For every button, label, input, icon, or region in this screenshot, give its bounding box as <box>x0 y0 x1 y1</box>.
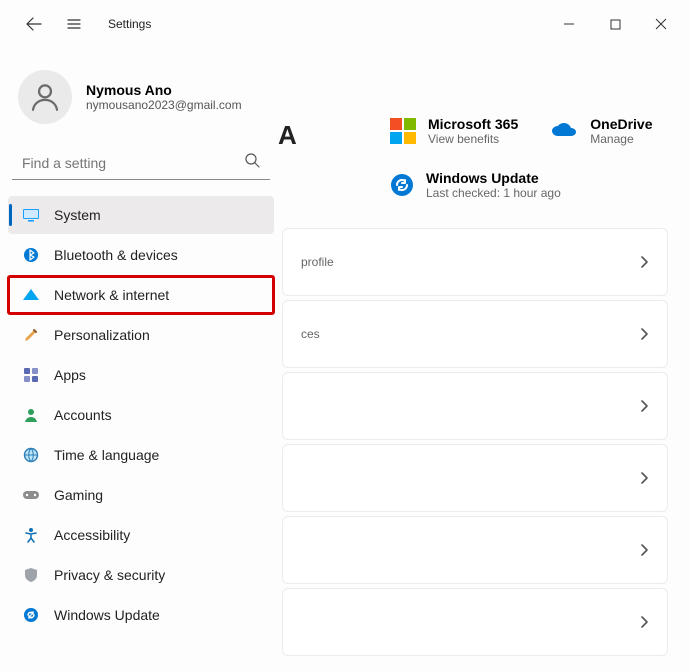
windows-update-subtitle: Last checked: 1 hour ago <box>426 186 561 200</box>
account-icon <box>22 407 40 423</box>
card-hint: ces <box>301 327 320 341</box>
windows-update-summary[interactable]: Windows Update Last checked: 1 hour ago <box>390 170 668 200</box>
minimize-icon <box>563 18 575 30</box>
settings-card[interactable] <box>282 372 668 440</box>
maximize-button[interactable] <box>592 8 638 40</box>
sidebar-item-label: Accounts <box>54 407 112 423</box>
page-title-fragment: A <box>278 120 297 151</box>
chevron-right-icon <box>639 255 649 269</box>
sidebar: Nymous Ano nymousano2023@gmail.com Syste… <box>0 48 282 671</box>
sidebar-item-label: Personalization <box>54 327 150 343</box>
search-input[interactable] <box>12 147 270 179</box>
minimize-button[interactable] <box>546 8 592 40</box>
wifi-icon <box>22 286 40 304</box>
chevron-right-icon <box>639 399 649 413</box>
settings-card[interactable]: ces <box>282 300 668 368</box>
chevron-right-icon <box>639 543 649 557</box>
onedrive-icon <box>550 122 578 140</box>
sidebar-item-privacy[interactable]: Privacy & security <box>8 556 274 594</box>
profile-name: Nymous Ano <box>86 82 242 98</box>
monitor-icon <box>22 206 40 224</box>
main-layout: Nymous Ano nymousano2023@gmail.com Syste… <box>0 48 690 671</box>
settings-card[interactable]: profile <box>282 228 668 296</box>
sidebar-item-label: Apps <box>54 367 86 383</box>
profile-block[interactable]: Nymous Ano nymousano2023@gmail.com <box>8 62 274 132</box>
hamburger-button[interactable] <box>58 8 90 40</box>
sidebar-item-accounts[interactable]: Accounts <box>8 396 274 434</box>
settings-card[interactable] <box>282 444 668 512</box>
sidebar-item-label: Network & internet <box>54 287 169 303</box>
chevron-right-icon <box>639 327 649 341</box>
sidebar-item-gaming[interactable]: Gaming <box>8 476 274 514</box>
close-button[interactable] <box>638 8 684 40</box>
settings-cards: profile ces <box>282 228 668 656</box>
update-icon <box>390 173 414 197</box>
avatar <box>18 70 72 124</box>
sidebar-item-windows-update[interactable]: Windows Update <box>8 596 274 634</box>
profile-email: nymousano2023@gmail.com <box>86 98 242 112</box>
arrow-left-icon <box>26 16 42 32</box>
sidebar-item-time-language[interactable]: Time & language <box>8 436 274 474</box>
search-box[interactable] <box>12 146 270 180</box>
content-pane: A Microsoft 365 View benefits OneDrive M… <box>282 48 690 671</box>
sidebar-item-system[interactable]: System <box>8 196 274 234</box>
onedrive-title: OneDrive <box>590 116 652 132</box>
sidebar-item-accessibility[interactable]: Accessibility <box>8 516 274 554</box>
globe-icon <box>22 447 40 463</box>
windows-update-title: Windows Update <box>426 170 561 186</box>
m365-title: Microsoft 365 <box>428 116 518 132</box>
m365-card[interactable]: Microsoft 365 View benefits <box>390 116 518 146</box>
bluetooth-icon <box>22 247 40 263</box>
menu-icon <box>66 16 82 32</box>
settings-card[interactable] <box>282 516 668 584</box>
settings-card[interactable] <box>282 588 668 656</box>
chevron-right-icon <box>639 471 649 485</box>
card-hint: profile <box>301 255 334 269</box>
sidebar-item-label: Windows Update <box>54 607 160 623</box>
sidebar-item-label: Gaming <box>54 487 103 503</box>
sidebar-item-label: Bluetooth & devices <box>54 247 178 263</box>
gamepad-icon <box>22 487 40 503</box>
onedrive-subtitle: Manage <box>590 132 652 146</box>
shield-icon <box>22 567 40 583</box>
titlebar: Settings <box>0 0 690 48</box>
accessibility-icon <box>22 527 40 543</box>
sidebar-item-label: System <box>54 207 101 223</box>
sidebar-item-personalization[interactable]: Personalization <box>8 316 274 354</box>
close-icon <box>655 18 667 30</box>
sidebar-item-label: Accessibility <box>54 527 130 543</box>
sidebar-item-label: Time & language <box>54 447 159 463</box>
person-icon <box>28 80 62 114</box>
apps-icon <box>22 367 40 383</box>
sidebar-item-network[interactable]: Network & internet <box>8 276 274 314</box>
microsoft-logo-icon <box>390 118 416 144</box>
sidebar-item-bluetooth[interactable]: Bluetooth & devices <box>8 236 274 274</box>
paintbrush-icon <box>22 327 40 343</box>
sidebar-item-apps[interactable]: Apps <box>8 356 274 394</box>
m365-subtitle: View benefits <box>428 132 518 146</box>
window-title: Settings <box>108 17 151 31</box>
chevron-right-icon <box>639 615 649 629</box>
maximize-icon <box>610 19 621 30</box>
update-icon <box>22 607 40 623</box>
back-button[interactable] <box>18 8 50 40</box>
sidebar-item-label: Privacy & security <box>54 567 165 583</box>
onedrive-card[interactable]: OneDrive Manage <box>550 116 652 146</box>
